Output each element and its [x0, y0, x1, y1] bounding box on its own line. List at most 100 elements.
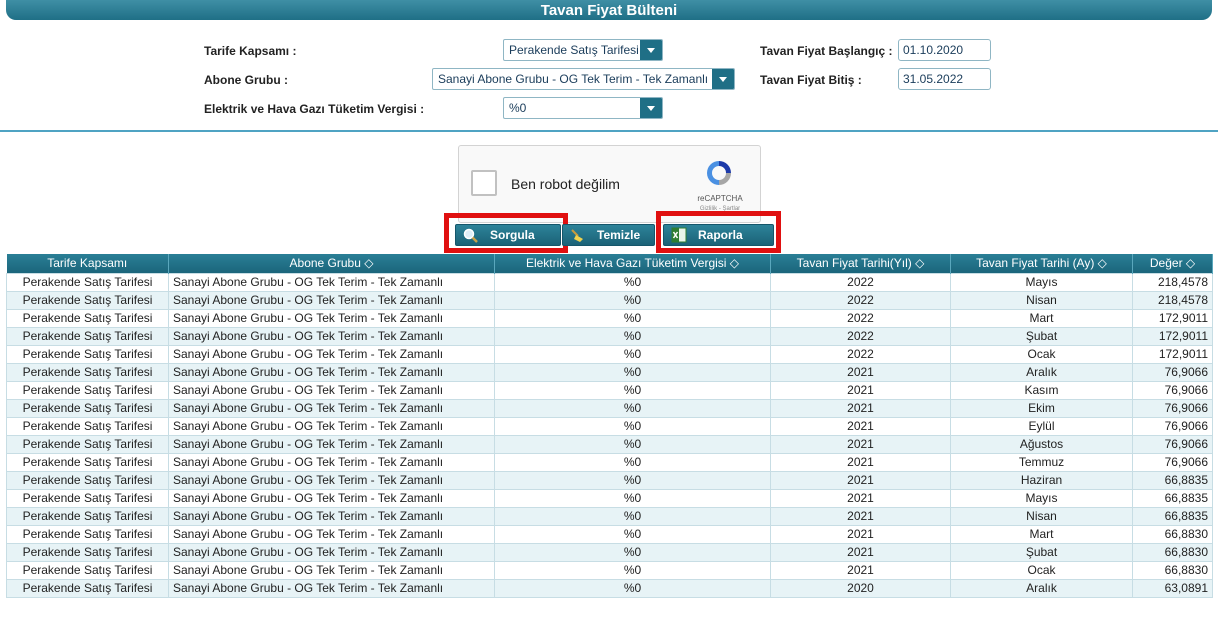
cell-ay: Şubat — [950, 542, 1133, 562]
cell-vergi: %0 — [494, 542, 771, 562]
cell-deger: 76,9066 — [1132, 452, 1213, 472]
table-row: Perakende Satış Tarifesi Sanayi Abone Gru… — [6, 362, 1213, 382]
column-header-yil[interactable]: Tavan Fiyat Tarihi(Yıl) ◇ — [770, 254, 951, 273]
column-header-abone[interactable]: Abone Grubu ◇ — [168, 254, 495, 273]
cell-tarife: Perakende Satış Tarifesi — [6, 398, 169, 418]
cell-tarife: Perakende Satış Tarifesi — [6, 506, 169, 526]
table-row: Perakende Satış Tarifesi Sanayi Abone Gru… — [6, 344, 1213, 364]
cell-tarife: Perakende Satış Tarifesi — [6, 560, 169, 580]
tarife-select-value: Perakende Satış Tarifesi — [509, 43, 639, 57]
cell-yil: 2021 — [770, 416, 951, 436]
cell-ay: Ocak — [950, 560, 1133, 580]
column-header-deger[interactable]: Değer ◇ — [1132, 254, 1213, 273]
recaptcha-checkbox[interactable] — [471, 170, 497, 196]
cell-tarife: Perakende Satış Tarifesi — [6, 290, 169, 310]
chevron-down-icon — [712, 69, 734, 89]
temizle-button[interactable]: Temizle — [562, 224, 655, 246]
cell-deger: 76,9066 — [1132, 416, 1213, 436]
cell-vergi: %0 — [494, 380, 771, 400]
cell-tarife: Perakende Satış Tarifesi — [6, 452, 169, 472]
cell-abone: Sanayi Abone Grubu - OG Tek Terim - Tek … — [168, 524, 495, 544]
chevron-down-icon — [640, 98, 662, 118]
cell-tarife: Perakende Satış Tarifesi — [6, 578, 169, 598]
cell-ay: Mayıs — [950, 488, 1133, 508]
cell-abone: Sanayi Abone Grubu - OG Tek Terim - Tek … — [168, 344, 495, 364]
cell-ay: Haziran — [950, 470, 1133, 490]
cell-deger: 66,8835 — [1132, 470, 1213, 490]
cell-yil: 2021 — [770, 470, 951, 490]
cell-ay: Mart — [950, 308, 1133, 328]
cell-ay: Aralık — [950, 578, 1133, 598]
cell-yil: 2021 — [770, 506, 951, 526]
cell-vergi: %0 — [494, 560, 771, 580]
cell-abone: Sanayi Abone Grubu - OG Tek Terim - Tek … — [168, 398, 495, 418]
cell-abone: Sanayi Abone Grubu - OG Tek Terim - Tek … — [168, 542, 495, 562]
baslangic-date-input[interactable]: 01.10.2020 — [898, 39, 991, 61]
cell-abone: Sanayi Abone Grubu - OG Tek Terim - Tek … — [168, 488, 495, 508]
cell-abone: Sanayi Abone Grubu - OG Tek Terim - Tek … — [168, 308, 495, 328]
table-row: Perakende Satış Tarifesi Sanayi Abone Gru… — [6, 326, 1213, 346]
cell-yil: 2021 — [770, 560, 951, 580]
bitis-date-input[interactable]: 31.05.2022 — [898, 68, 991, 90]
highlight-sorgula — [444, 213, 568, 253]
cell-deger: 66,8835 — [1132, 506, 1213, 526]
cell-ay: Aralık — [950, 362, 1133, 382]
bitis-label: Tavan Fiyat Bitiş : — [760, 73, 862, 87]
table-row: Perakende Satış Tarifesi Sanayi Abone Gru… — [6, 452, 1213, 472]
cell-abone: Sanayi Abone Grubu - OG Tek Terim - Tek … — [168, 506, 495, 526]
broom-icon — [571, 229, 583, 242]
vergi-select[interactable]: %0 — [503, 97, 663, 119]
table-row: Perakende Satış Tarifesi Sanayi Abone Gru… — [6, 560, 1213, 580]
recaptcha-label: Ben robot değilim — [511, 176, 620, 192]
vergi-label: Elektrik ve Hava Gazı Tüketim Vergisi : — [204, 102, 425, 116]
cell-yil: 2021 — [770, 488, 951, 508]
column-header-ay[interactable]: Tavan Fiyat Tarihi (Ay) ◇ — [950, 254, 1133, 273]
column-header-tarife[interactable]: Tarife Kapsamı — [6, 254, 169, 273]
cell-deger: 76,9066 — [1132, 380, 1213, 400]
results-table: Tarife Kapsamı Abone Grubu ◇ Elektrik ve… — [6, 254, 1213, 598]
cell-deger: 218,4578 — [1132, 272, 1213, 292]
cell-abone: Sanayi Abone Grubu - OG Tek Terim - Tek … — [168, 362, 495, 382]
cell-yil: 2021 — [770, 362, 951, 382]
cell-deger: 66,8835 — [1132, 488, 1213, 508]
cell-vergi: %0 — [494, 524, 771, 544]
cell-ay: Şubat — [950, 326, 1133, 346]
column-header-vergi[interactable]: Elektrik ve Hava Gazı Tüketim Vergisi ◇ — [494, 254, 771, 273]
cell-tarife: Perakende Satış Tarifesi — [6, 344, 169, 364]
cell-vergi: %0 — [494, 452, 771, 472]
cell-tarife: Perakende Satış Tarifesi — [6, 380, 169, 400]
cell-tarife: Perakende Satış Tarifesi — [6, 524, 169, 544]
abone-select[interactable]: Sanayi Abone Grubu - OG Tek Terim - Tek … — [432, 68, 735, 90]
table-row: Perakende Satış Tarifesi Sanayi Abone Gru… — [6, 290, 1213, 310]
cell-ay: Nisan — [950, 506, 1133, 526]
table-row: Perakende Satış Tarifesi Sanayi Abone Gru… — [6, 578, 1213, 598]
cell-yil: 2020 — [770, 578, 951, 598]
abone-select-value: Sanayi Abone Grubu - OG Tek Terim - Tek … — [438, 72, 709, 86]
cell-deger: 172,9011 — [1132, 326, 1213, 346]
cell-vergi: %0 — [494, 344, 771, 364]
cell-tarife: Perakende Satış Tarifesi — [6, 542, 169, 562]
cell-vergi: %0 — [494, 398, 771, 418]
cell-vergi: %0 — [494, 488, 771, 508]
cell-abone: Sanayi Abone Grubu - OG Tek Terim - Tek … — [168, 452, 495, 472]
tarife-label: Tarife Kapsamı : — [204, 44, 297, 58]
recaptcha-icon — [707, 161, 731, 185]
cell-deger: 76,9066 — [1132, 398, 1213, 418]
baslangic-label: Tavan Fiyat Başlangıç : — [760, 44, 893, 58]
cell-vergi: %0 — [494, 578, 771, 598]
tarife-select[interactable]: Perakende Satış Tarifesi — [503, 39, 663, 61]
cell-ay: Mayıs — [950, 272, 1133, 292]
form-divider — [0, 130, 1218, 132]
cell-abone: Sanayi Abone Grubu - OG Tek Terim - Tek … — [168, 380, 495, 400]
cell-abone: Sanayi Abone Grubu - OG Tek Terim - Tek … — [168, 470, 495, 490]
recaptcha-brand: reCAPTCHA — [697, 194, 743, 203]
cell-vergi: %0 — [494, 308, 771, 328]
cell-deger: 63,0891 — [1132, 578, 1213, 598]
cell-abone: Sanayi Abone Grubu - OG Tek Terim - Tek … — [168, 290, 495, 310]
vergi-select-value: %0 — [509, 101, 527, 115]
cell-vergi: %0 — [494, 506, 771, 526]
cell-yil: 2021 — [770, 380, 951, 400]
table-row: Perakende Satış Tarifesi Sanayi Abone Gru… — [6, 488, 1213, 508]
cell-deger: 76,9066 — [1132, 434, 1213, 454]
cell-ay: Ocak — [950, 344, 1133, 364]
